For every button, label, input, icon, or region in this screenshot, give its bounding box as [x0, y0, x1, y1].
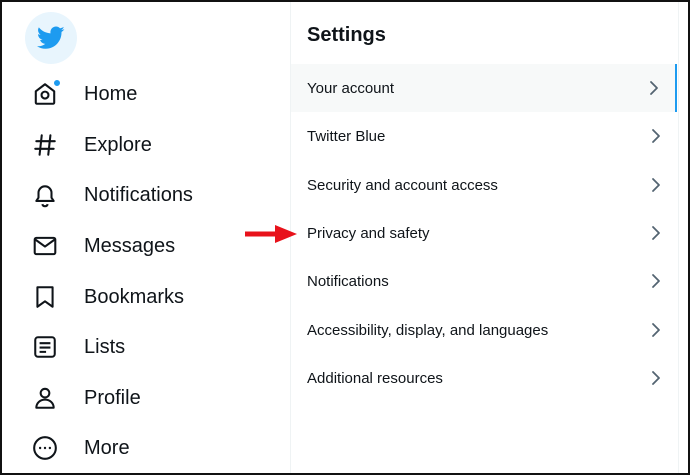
settings-panel: Settings Your account Twitter Blue Secur…: [291, 2, 677, 473]
nav-item-more[interactable]: More: [32, 428, 272, 468]
settings-item-label: Security and account access: [307, 176, 498, 194]
envelope-icon: [32, 230, 64, 262]
chevron-right-icon: [649, 272, 663, 290]
chevron-right-icon: [649, 127, 663, 145]
nav-item-home[interactable]: Home: [32, 74, 272, 114]
settings-item-notifications[interactable]: Notifications: [291, 257, 677, 305]
hashtag-icon: [32, 129, 64, 161]
screenshot-frame: Home Explore Notifications Messages Book…: [0, 0, 690, 475]
bookmark-icon: [32, 281, 64, 313]
nav-item-lists[interactable]: Lists: [32, 327, 272, 367]
settings-item-label: Twitter Blue: [307, 127, 386, 145]
nav-label: Notifications: [84, 183, 193, 206]
nav-label: Home: [84, 82, 138, 105]
settings-item-twitter-blue[interactable]: Twitter Blue: [291, 112, 677, 160]
chevron-right-icon: [649, 176, 663, 194]
chevron-right-icon: [647, 79, 661, 97]
settings-item-privacy[interactable]: Privacy and safety: [291, 209, 677, 257]
settings-item-label: Privacy and safety: [307, 224, 430, 242]
settings-item-security[interactable]: Security and account access: [291, 161, 677, 209]
settings-item-additional-resources[interactable]: Additional resources: [291, 354, 677, 402]
chevron-right-icon: [649, 369, 663, 387]
twitter-bird-icon: [37, 26, 65, 49]
nav-item-explore[interactable]: Explore: [32, 125, 272, 165]
chevron-right-icon: [649, 224, 663, 242]
list-icon: [32, 331, 64, 363]
nav-label: Messages: [84, 234, 176, 257]
nav-label: Bookmarks: [84, 285, 185, 308]
bell-icon: [32, 179, 64, 211]
unread-indicator: [53, 79, 61, 87]
person-icon: [32, 382, 64, 414]
nav-item-notifications[interactable]: Notifications: [32, 175, 272, 215]
nav-label: More: [84, 436, 130, 459]
nav-label: Lists: [84, 335, 126, 358]
more-circle-icon: [32, 432, 64, 464]
scrollbar[interactable]: [678, 2, 688, 473]
chevron-right-icon: [649, 321, 663, 339]
settings-item-label: Notifications: [307, 272, 389, 290]
home-icon: [32, 78, 64, 110]
settings-item-label: Accessibility, display, and languages: [307, 321, 549, 339]
settings-item-label: Additional resources: [307, 369, 443, 387]
settings-item-your-account[interactable]: Your account: [291, 64, 677, 112]
nav-item-bookmarks[interactable]: Bookmarks: [32, 277, 272, 317]
nav-item-profile[interactable]: Profile: [32, 378, 272, 418]
nav-label: Explore: [84, 133, 152, 156]
settings-item-accessibility[interactable]: Accessibility, display, and languages: [291, 306, 677, 354]
settings-item-label: Your account: [307, 79, 395, 97]
page-title: Settings: [307, 24, 386, 46]
twitter-logo-button[interactable]: [25, 12, 77, 64]
nav-label: Profile: [84, 386, 141, 409]
nav-item-messages[interactable]: Messages: [32, 226, 272, 266]
annotation-arrow-icon: [245, 225, 297, 243]
